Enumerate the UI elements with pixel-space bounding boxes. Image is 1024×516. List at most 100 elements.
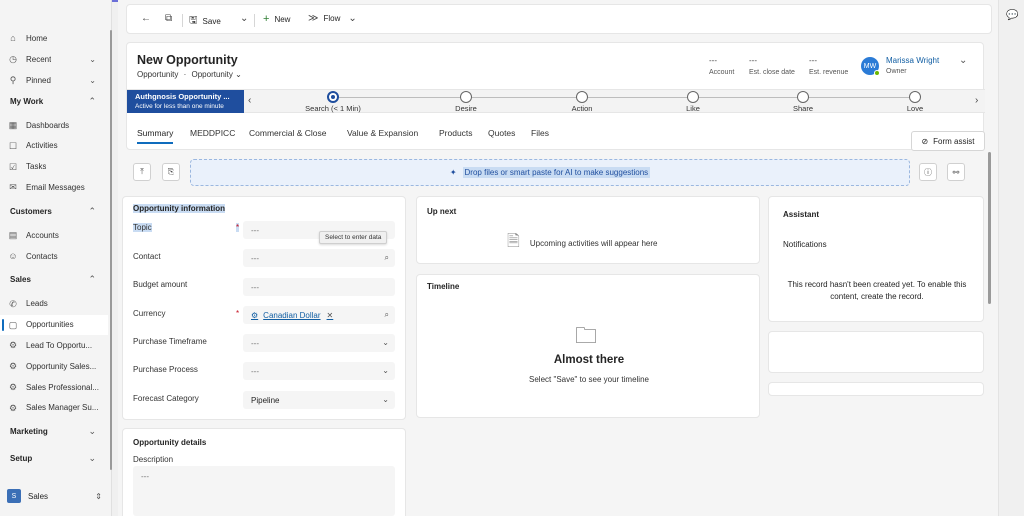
owner-name-link[interactable]: Marissa Wright — [886, 56, 939, 65]
tab-quotes[interactable]: Quotes — [488, 128, 515, 138]
chevron-down-icon[interactable]: ⌄ — [89, 76, 96, 85]
tab-commercial-close[interactable]: Commercial & Close — [249, 128, 326, 138]
stage-love[interactable]: Love — [875, 90, 955, 113]
stage-action[interactable]: Action — [542, 90, 622, 113]
process-icon: ⚙ — [8, 361, 18, 372]
sidebar-item-leads[interactable]: ✆ Leads — [0, 294, 108, 314]
link-settings-button[interactable]: ⚯ — [947, 163, 965, 181]
sidebar-item-lead-to-opportu[interactable]: ⚙ Lead To Opportu... — [0, 335, 108, 355]
owner-label: Owner — [886, 68, 907, 75]
new-button[interactable]: + New — [263, 13, 290, 25]
sidebar-item-recent[interactable]: ◷ Recent ⌄ — [0, 49, 108, 69]
form-name: Opportunity — [191, 70, 233, 79]
sidebar-item-opportunity-sales[interactable]: ⚙ Opportunity Sales... — [0, 356, 108, 376]
form-selector[interactable]: Opportunity ⌄ — [192, 70, 242, 79]
tab-files[interactable]: Files — [531, 128, 549, 138]
upload-icon: ⤒ — [140, 167, 144, 176]
sidebar-item-sales-manager-su[interactable]: ⚙ Sales Manager Su... — [0, 398, 108, 418]
sidebar-item-accounts[interactable]: ▤ Accounts — [0, 225, 108, 245]
contact-lookup[interactable]: --- ⌕ — [243, 249, 395, 267]
tab-meddpicc[interactable]: MEDDPICC — [190, 128, 235, 138]
sidebar-item-email-messages[interactable]: ✉ Email Messages — [0, 177, 108, 197]
search-icon[interactable]: ⌕ — [385, 310, 389, 320]
ai-drop-zone[interactable]: ✦ Drop files or smart paste for AI to mak… — [190, 159, 910, 186]
back-button[interactable]: ← — [141, 13, 156, 24]
sidebar-scrollbar[interactable] — [110, 30, 112, 470]
command-bar: ← ⧉ 🖫 Save ⌄ + New ≫ Flow ⌄ — [126, 4, 992, 34]
budget-amount-field[interactable]: --- — [243, 278, 395, 296]
previous-stage-button[interactable]: ‹ — [248, 95, 251, 106]
header-expand-button[interactable]: ⌄ — [959, 55, 967, 66]
currency-lookup[interactable]: ⚙ Canadian Dollar ✕ ⌕ — [243, 306, 395, 324]
info-button[interactable]: ⓘ — [919, 163, 937, 181]
smart-paste-button[interactable]: ⎘ — [162, 163, 180, 181]
open-in-new-window-button[interactable]: ⧉ — [165, 13, 177, 24]
area-switcher[interactable]: S Sales ⇕ — [4, 486, 108, 506]
description-field[interactable]: --- — [133, 466, 395, 516]
form-assist-button[interactable]: ⊘ Form assist — [911, 131, 985, 151]
clock-icon: ◷ — [9, 54, 17, 64]
new-label: New — [274, 14, 291, 24]
header-field-account: --- Account — [709, 56, 734, 76]
sidebar-item-contacts[interactable]: ☺ Contacts — [0, 246, 108, 266]
info-icon: ⓘ — [924, 167, 932, 177]
stage-share[interactable]: Share — [763, 90, 843, 113]
remove-icon[interactable]: ✕ — [327, 311, 334, 320]
tab-products[interactable]: Products — [439, 128, 473, 138]
sidebar-group-my-work[interactable]: My Work ⌃ — [0, 91, 108, 111]
currency-value[interactable]: Canadian Dollar — [263, 311, 320, 320]
sidebar-item-activities[interactable]: ☐ Activities — [0, 136, 108, 156]
sidebar-item-dashboards[interactable]: ▦ Dashboards — [0, 115, 108, 135]
save-button[interactable]: 🖫 Save — [189, 13, 221, 30]
purchase-process-select[interactable]: --- ⌄ — [243, 362, 395, 380]
search-icon[interactable]: ⌕ — [385, 253, 389, 263]
sidebar-item-opportunities[interactable]: ▢ Opportunities — [0, 314, 108, 335]
sidebar-item-pinned[interactable]: ⚲ Pinned ⌄ — [0, 70, 108, 90]
sidebar-group-sales[interactable]: Sales ⌃ — [0, 270, 108, 290]
chevron-down-icon: ⌄ — [382, 395, 389, 404]
record-subtitle: Opportunity · Opportunity ⌄ — [137, 70, 242, 79]
next-stage-button[interactable]: › — [975, 95, 978, 106]
purchase-timeframe-select[interactable]: --- ⌄ — [243, 334, 395, 352]
flow-button[interactable]: ≫ Flow ⌄ — [308, 13, 362, 24]
tab-value-expansion[interactable]: Value & Expansion — [347, 128, 418, 138]
stage-search[interactable]: Search (< 1 Min) — [293, 90, 373, 113]
main-scrollbar[interactable] — [988, 152, 991, 304]
field-value: --- — [251, 338, 259, 348]
header-field-value: --- — [749, 56, 757, 65]
area-badge: S — [7, 489, 21, 503]
chevron-down-icon[interactable]: ⌄ — [89, 55, 96, 64]
mail-icon: ✉ — [9, 182, 17, 193]
currency-tag[interactable]: ⚙ Canadian Dollar ✕ — [251, 311, 333, 320]
chevron-down-icon: ⌄ — [382, 338, 389, 347]
phone-icon: ✆ — [9, 298, 17, 309]
field-label-contact: Contact — [133, 252, 161, 261]
sidebar-item-label: Sales Manager Su... — [26, 403, 99, 413]
forecast-category-select[interactable]: Pipeline ⌄ — [243, 391, 395, 409]
form-assist-label: Form assist — [933, 136, 975, 146]
sidebar-item-home[interactable]: ⌂ Home — [0, 28, 108, 48]
stage-desire[interactable]: Desire — [426, 90, 506, 113]
stage-label: Love — [906, 104, 924, 113]
required-marker: * — [236, 223, 240, 232]
document-check-icon: 🗎 — [507, 233, 520, 250]
sidebar-item-tasks[interactable]: ☑ Tasks — [0, 157, 108, 177]
field-value: --- — [141, 472, 149, 481]
field-label-budget-amount: Budget amount — [133, 280, 188, 289]
sidebar-group-marketing[interactable]: Marketing ⌄ — [0, 422, 108, 442]
empty-panel — [768, 382, 984, 396]
sidebar-group-customers[interactable]: Customers ⌃ — [0, 201, 108, 221]
group-label: Marketing — [10, 427, 48, 437]
timeline-section: Timeline 🗀 Almost there Select "Save" to… — [416, 274, 760, 418]
stage-like[interactable]: Like — [653, 90, 733, 113]
process-flyout-button[interactable]: Authgnosis Opportunity ... Active for le… — [127, 90, 244, 113]
upload-file-button[interactable]: ⤒ — [133, 163, 151, 181]
copilot-chat-icon[interactable]: 💬 — [1006, 10, 1018, 21]
sidebar-item-sales-professional[interactable]: ⚙ Sales Professional... — [0, 377, 108, 397]
tab-summary[interactable]: Summary — [137, 128, 174, 144]
stage-marker-icon — [460, 91, 472, 103]
currency-icon: ⚙ — [251, 310, 259, 320]
business-process-flow: Authgnosis Opportunity ... Active for le… — [127, 89, 985, 113]
save-options-button[interactable]: ⌄ — [240, 13, 253, 24]
sidebar-group-setup[interactable]: Setup ⌄ — [0, 449, 108, 469]
